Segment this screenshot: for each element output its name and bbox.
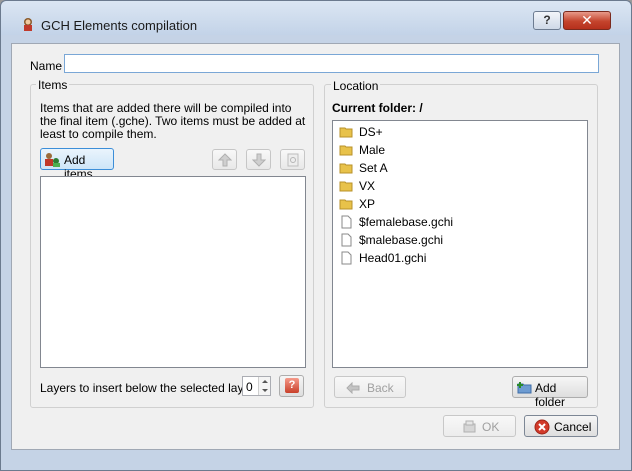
folder-name: XP — [359, 197, 376, 211]
ok-label: OK — [482, 420, 500, 434]
arrow-down-icon — [252, 153, 266, 167]
name-label: Name — [30, 59, 63, 73]
folder-icon — [339, 127, 353, 138]
add-folder-icon — [517, 382, 532, 394]
cancel-label: Cancel — [554, 420, 592, 434]
window-title: GCH Elements compilation — [41, 18, 198, 33]
title-bar[interactable]: GCH Elements compilation ? ✕ — [1, 1, 631, 35]
items-group-title: Items — [36, 78, 70, 92]
back-arrow-icon — [346, 382, 360, 394]
items-description: Items that are added there will be compi… — [40, 101, 306, 141]
dialog-body: Name Items Items that are added there wi… — [11, 43, 620, 450]
folder-name: Set A — [359, 161, 388, 175]
arrow-up-icon — [218, 153, 232, 167]
name-input[interactable] — [64, 54, 599, 73]
move-down-button[interactable] — [246, 149, 271, 170]
location-list[interactable]: DS+ Male Set A VX XP $femalebase.gchi $m… — [332, 120, 588, 368]
folder-icon — [339, 181, 353, 192]
folder-icon — [339, 145, 353, 156]
add-folder-button[interactable]: Add folder — [512, 376, 588, 409]
cancel-icon — [534, 419, 550, 435]
location-group-title: Location — [331, 79, 381, 93]
spin-up-icon[interactable] — [259, 377, 271, 386]
folder-icon — [339, 163, 353, 174]
back-label: Back — [367, 381, 394, 395]
dialog-window: GCH Elements compilation ? ✕ Name Items … — [0, 0, 632, 471]
layers-spinbox[interactable]: 0 — [242, 376, 271, 396]
add-items-button[interactable]: Add items — [40, 148, 114, 181]
title-help-button[interactable]: ? — [533, 11, 561, 30]
help-icon: ? — [285, 378, 299, 393]
file-name: Head01.gchi — [359, 251, 427, 265]
move-up-button[interactable] — [212, 149, 237, 170]
add-folder-label: Add folder — [535, 381, 566, 409]
current-folder-label: Current folder: — [332, 101, 416, 115]
layers-label: Layers to insert below the selected laye… — [40, 381, 255, 395]
preview-button[interactable] — [280, 149, 305, 170]
current-folder: Current folder: / — [332, 101, 423, 115]
spin-arrows[interactable] — [258, 377, 270, 395]
file-name: $malebase.gchi — [359, 233, 444, 247]
layers-help-button[interactable]: ? — [279, 375, 304, 397]
ok-icon — [463, 420, 476, 433]
file-icon — [341, 233, 352, 247]
current-folder-path: / — [419, 101, 423, 115]
ok-button[interactable]: OK — [443, 415, 516, 437]
spin-down-icon[interactable] — [259, 386, 271, 395]
preview-icon — [287, 153, 299, 167]
folder-name: Male — [359, 143, 386, 157]
folder-name: VX — [359, 179, 376, 193]
add-items-icon — [45, 153, 60, 167]
back-button[interactable]: Back — [334, 376, 406, 398]
close-button[interactable]: ✕ — [563, 11, 611, 30]
cancel-button[interactable]: Cancel — [524, 415, 598, 437]
folder-icon — [339, 199, 353, 210]
app-icon — [24, 18, 32, 31]
file-name: $femalebase.gchi — [359, 215, 454, 229]
file-icon — [341, 251, 352, 265]
items-list[interactable] — [40, 176, 306, 368]
layers-value: 0 — [246, 380, 253, 394]
file-icon — [341, 215, 352, 229]
folder-name: DS+ — [359, 125, 383, 139]
